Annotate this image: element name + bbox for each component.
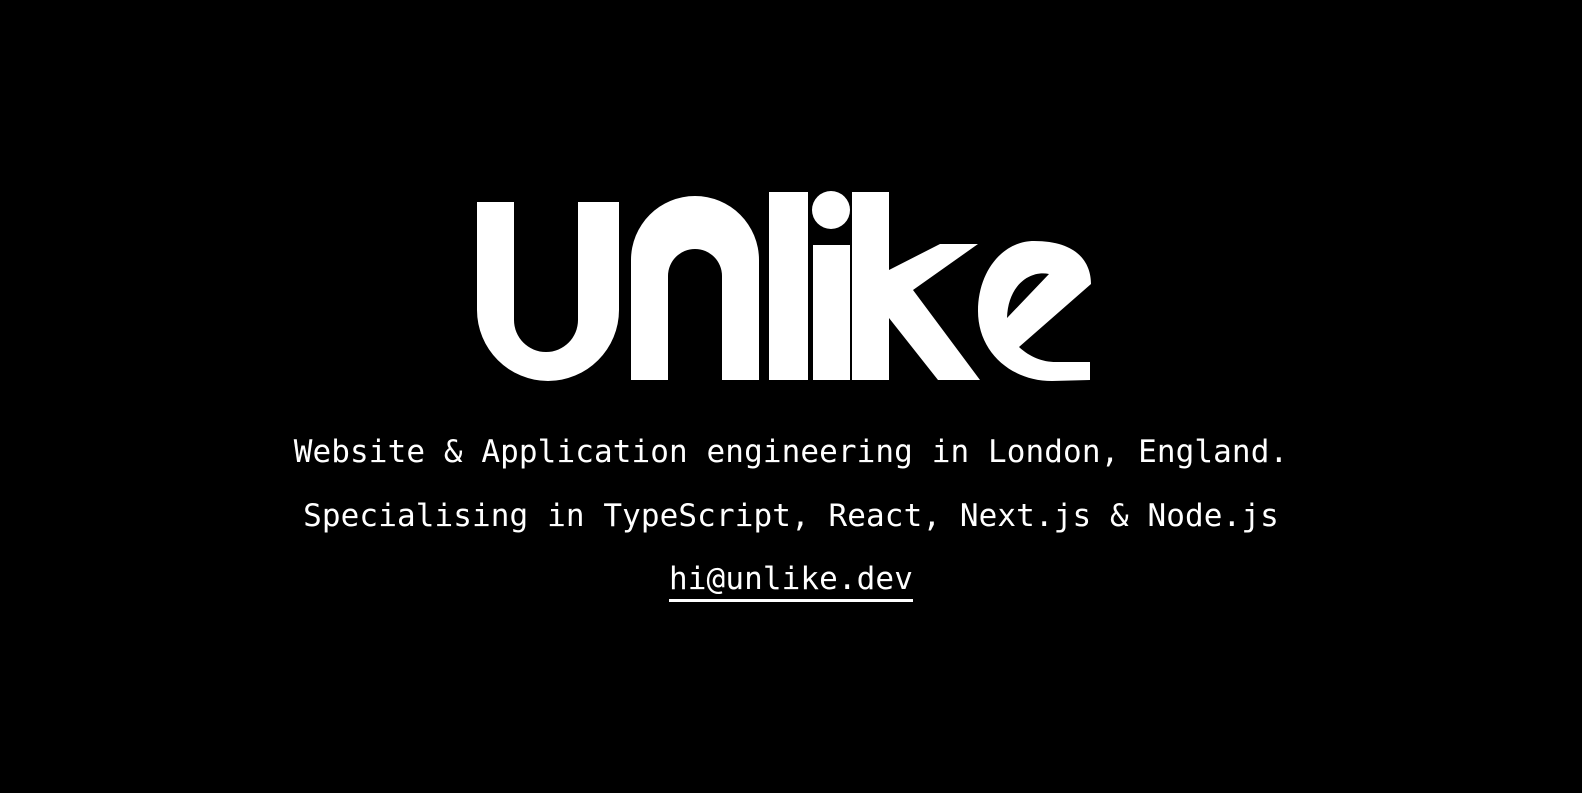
tagline: Website & Application engineering in Lon… [293, 434, 1289, 470]
unlike-logo-graphic [477, 191, 1091, 381]
contact-row: hi@unlike.dev [0, 561, 1582, 602]
unlike-logo [470, 180, 1110, 392]
email-link[interactable]: hi@unlike.dev [669, 561, 913, 602]
page: Website & Application engineering in Lon… [0, 0, 1582, 793]
specialties-text: Specialising in TypeScript, React, Next.… [303, 498, 1279, 534]
